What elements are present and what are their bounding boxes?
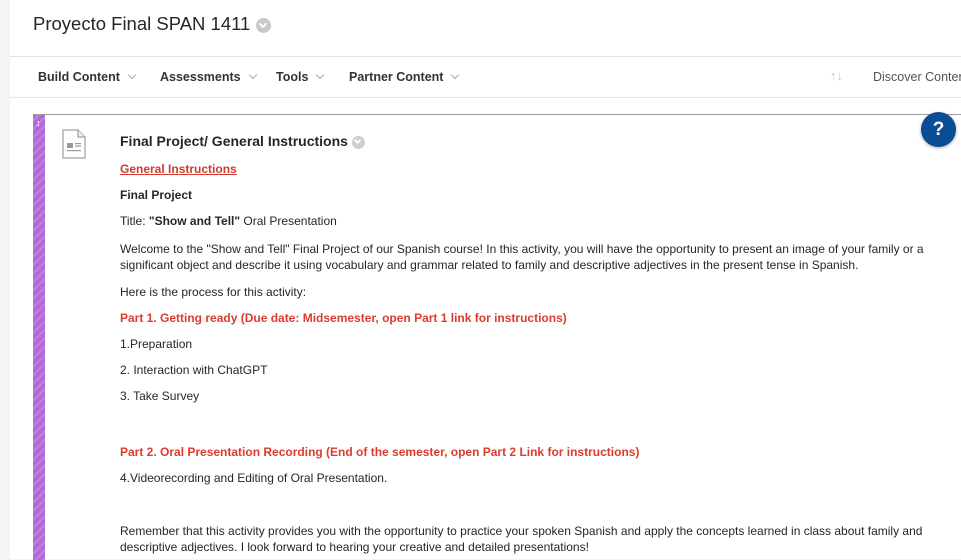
part1-heading: Part 1. Getting ready (Due date: Midseme… <box>120 311 567 325</box>
welcome-paragraph: Welcome to the "Show and Tell" Final Pro… <box>120 242 924 272</box>
general-instructions-link-row: General Instructions <box>120 161 237 177</box>
chevron-down-icon[interactable] <box>256 17 272 33</box>
discover-content-button[interactable]: Discover Conten <box>873 57 961 97</box>
step-survey: 3. Take Survey <box>120 389 200 403</box>
content-item: ↕ Final Project/ General Instructions Ge… <box>33 114 961 560</box>
chevron-down-icon[interactable] <box>351 135 365 149</box>
tools-label: Tools <box>276 70 309 84</box>
build-content-menu[interactable]: Build Content <box>38 57 137 97</box>
closing-paragraph: Remember that this activity provides you… <box>120 524 923 554</box>
step-videorecording: 4.Videorecording and Editing of Oral Pre… <box>120 471 388 485</box>
page-title-row: Proyecto Final SPAN 1411 <box>33 10 272 38</box>
action-toolbar: Build Content Assessments Tools Partner … <box>10 56 961 98</box>
step-chatgpt: 2. Interaction with ChatGPT <box>120 363 268 377</box>
tools-menu[interactable]: Tools <box>276 57 325 97</box>
build-content-label: Build Content <box>38 70 120 84</box>
partner-content-label: Partner Content <box>349 70 444 84</box>
part2-heading: Part 2. Oral Presentation Recording (End… <box>120 445 640 459</box>
page-title: Proyecto Final SPAN 1411 <box>33 13 251 34</box>
title-line-bold: "Show and Tell" <box>148 214 241 228</box>
title-line: Title: "Show and Tell" Oral Presentation <box>120 213 337 229</box>
help-button[interactable]: ? <box>921 112 956 147</box>
chevron-down-icon <box>316 70 325 80</box>
item-title-text: Final Project/ General Instructions <box>120 133 348 149</box>
chevron-down-icon <box>451 70 460 80</box>
title-line-prefix: Title: <box>120 214 149 228</box>
item-title[interactable]: Final Project/ General Instructions <box>120 133 365 149</box>
final-project-heading: Final Project <box>120 188 193 202</box>
assessments-label: Assessments <box>160 70 241 84</box>
drag-handle-icon[interactable]: ↕ <box>36 119 41 128</box>
chevron-down-icon <box>127 70 137 80</box>
document-icon <box>62 129 86 159</box>
process-intro: Here is the process for this activity: <box>120 285 307 299</box>
step-preparation: 1.Preparation <box>120 337 193 351</box>
course-page: Proyecto Final SPAN 1411 Build Content A… <box>10 0 961 560</box>
general-instructions-link[interactable]: General Instructions <box>120 162 237 176</box>
chevron-down-icon <box>248 70 257 80</box>
title-line-suffix: Oral Presentation <box>240 214 337 228</box>
item-status-bar: ↕ <box>33 115 45 560</box>
assessments-menu[interactable]: Assessments <box>160 57 257 97</box>
partner-content-menu[interactable]: Partner Content <box>349 57 460 97</box>
sort-icon[interactable]: ↑↓ <box>830 68 843 83</box>
